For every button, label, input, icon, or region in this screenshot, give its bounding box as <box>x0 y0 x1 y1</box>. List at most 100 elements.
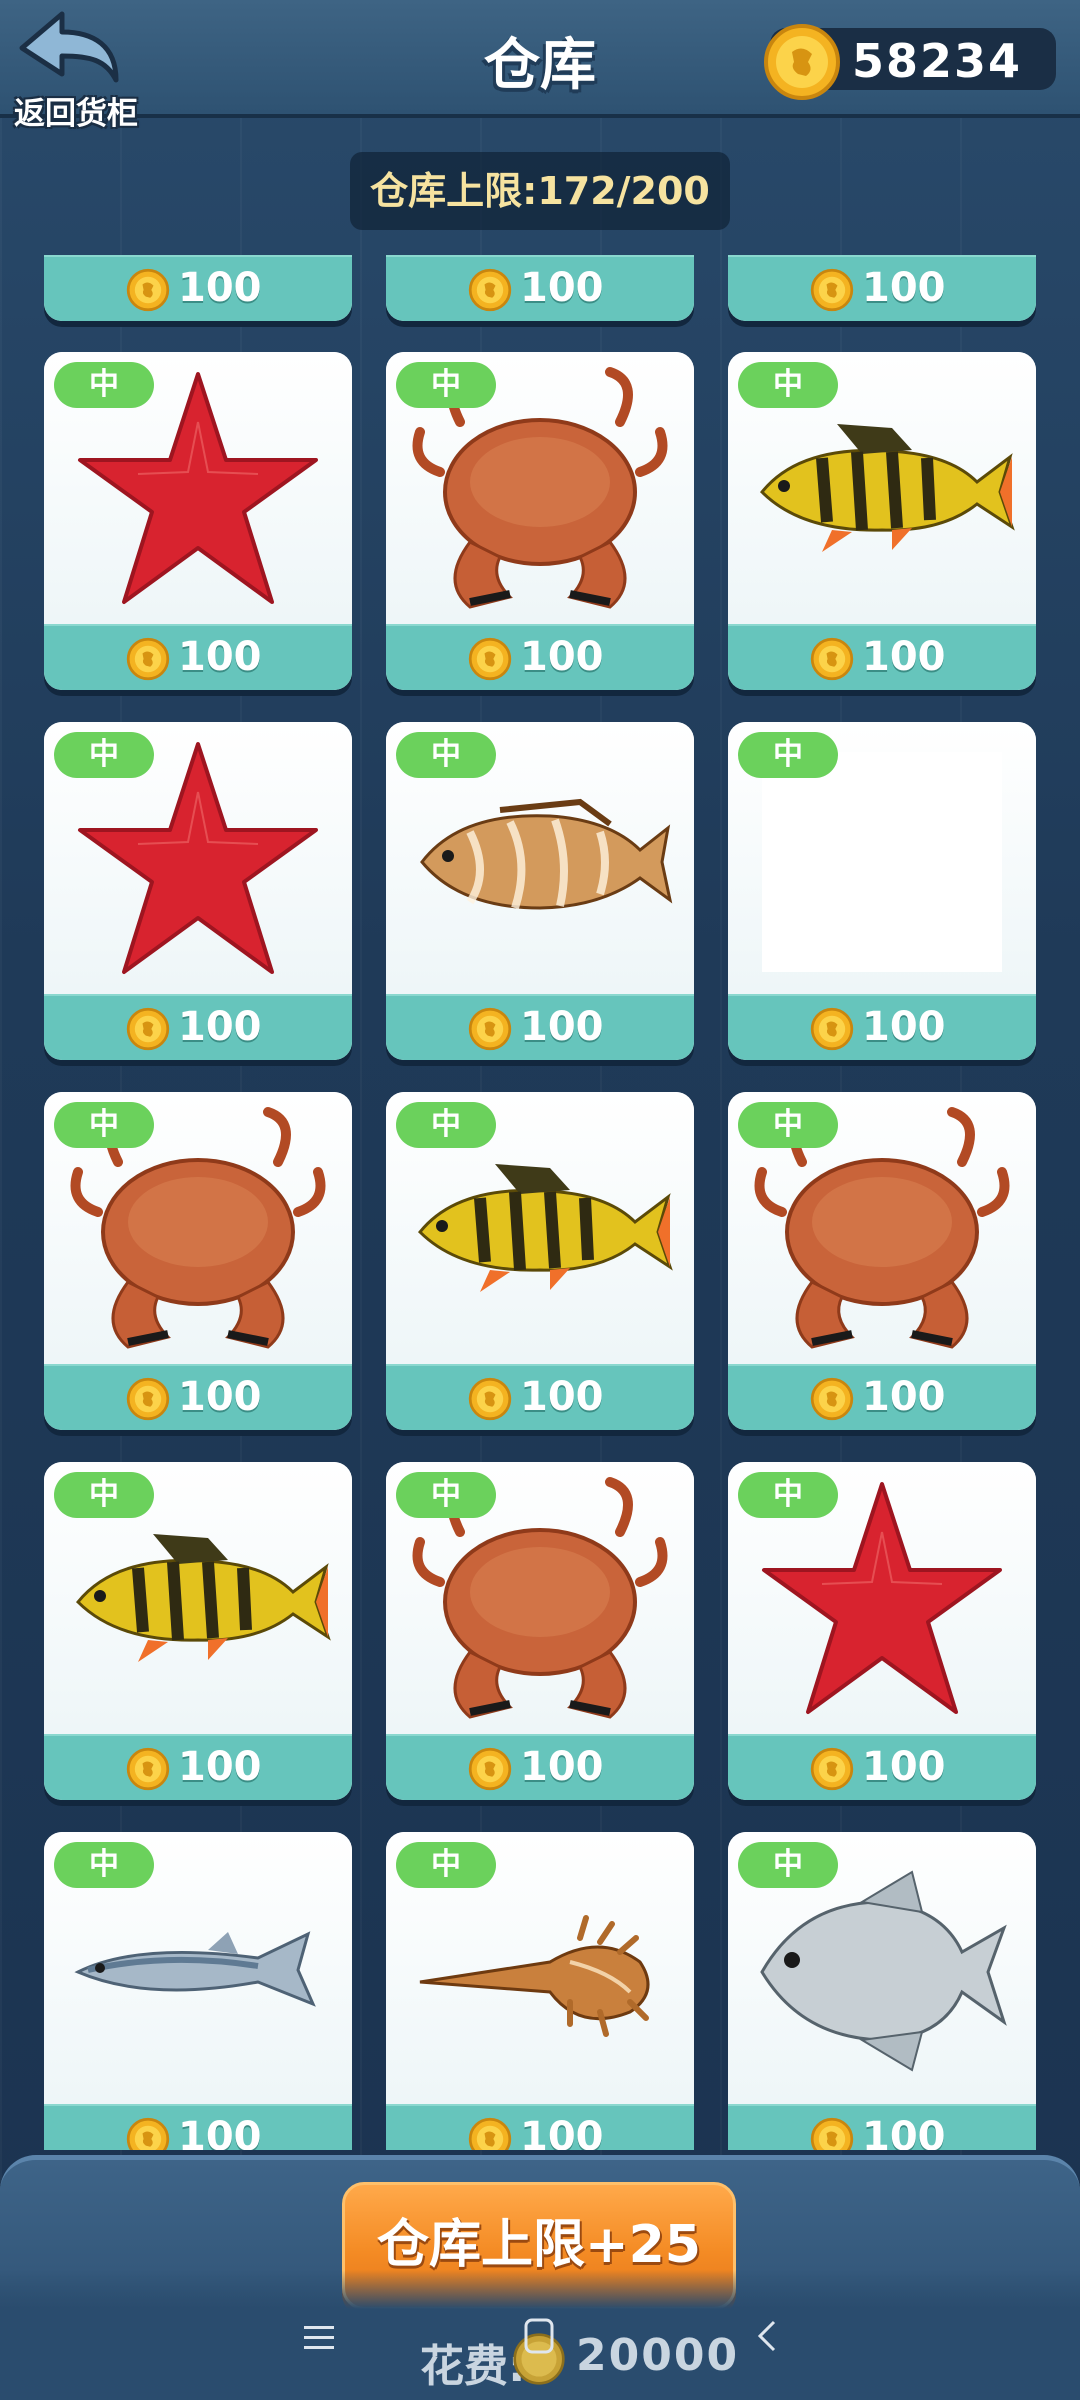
item-card-starfish[interactable]: 中 100 <box>44 722 352 1060</box>
price-bar: 100 <box>386 624 694 690</box>
price-value: 100 <box>520 634 604 680</box>
price-value: 100 <box>178 265 262 311</box>
price-value: 100 <box>862 265 946 311</box>
grade-badge: 中 <box>396 732 496 778</box>
item-card-crab[interactable]: 中 100 <box>386 352 694 690</box>
item-image-area: 中 <box>44 352 352 624</box>
item-card-empty[interactable]: 中 100 <box>728 722 1036 1060</box>
price-bar: 100 <box>728 1364 1036 1430</box>
price-value: 100 <box>178 634 262 680</box>
coin-balance: 58234 <box>764 24 1056 100</box>
item-image-area: 中 <box>386 722 694 994</box>
item-image-area: 中 <box>728 1092 1036 1364</box>
back-button[interactable]: 返回货柜 <box>6 8 138 132</box>
home-icon[interactable] <box>522 2316 558 2356</box>
back-nav-icon[interactable] <box>752 2316 782 2356</box>
item-image-area: 中 <box>728 722 1036 994</box>
coin-amount: 58234 <box>852 34 1023 88</box>
item-card-partial[interactable]: 100 <box>44 255 352 321</box>
top-bar: 返回货柜 仓库 58234 <box>0 0 1080 132</box>
grade-badge: 中 <box>738 1842 838 1888</box>
coin-icon <box>468 1747 512 1791</box>
coin-icon <box>468 2117 512 2150</box>
cost-label: 花费: <box>420 2341 526 2392</box>
price-value: 100 <box>178 1744 262 1790</box>
coin-icon <box>468 268 512 312</box>
item-card-starfish[interactable]: 中 100 <box>728 1462 1036 1800</box>
item-card-sardine[interactable]: 中 100 <box>44 1832 352 2150</box>
warehouse-grid: 100 100 100 中 100 中 100 中 100 中 100 中 10… <box>0 255 1080 2150</box>
page-title: 仓库 <box>484 33 596 98</box>
item-card-pomfret[interactable]: 中 100 <box>728 1832 1036 2150</box>
item-card-perch[interactable]: 中 100 <box>386 1092 694 1430</box>
grade-badge: 中 <box>396 1842 496 1888</box>
grade-badge: 中 <box>396 1472 496 1518</box>
price-bar: 100 <box>386 1734 694 1800</box>
item-card-perch[interactable]: 中 100 <box>44 1462 352 1800</box>
price-bar: 100 <box>44 1734 352 1800</box>
coin-icon <box>468 637 512 681</box>
grade-badge: 中 <box>738 1102 838 1148</box>
price-value: 100 <box>862 1004 946 1050</box>
item-image-area: 中 <box>44 1092 352 1364</box>
price-bar: 100 <box>44 994 352 1060</box>
price-bar: 100 <box>728 1734 1036 1800</box>
coin-icon <box>810 1377 854 1421</box>
price-value: 100 <box>520 1744 604 1790</box>
price-value: 100 <box>520 1004 604 1050</box>
price-value: 100 <box>178 2114 262 2150</box>
grade-badge: 中 <box>396 362 496 408</box>
coin-icon <box>810 637 854 681</box>
item-image-area: 中 <box>44 1832 352 2104</box>
price-bar: 100 <box>728 255 1036 321</box>
price-bar: 100 <box>386 1364 694 1430</box>
price-bar: 100 <box>44 624 352 690</box>
item-card-perch[interactable]: 中 100 <box>728 352 1036 690</box>
coin-icon <box>810 2117 854 2150</box>
price-bar: 100 <box>44 1364 352 1430</box>
grade-badge: 中 <box>54 1472 154 1518</box>
price-value: 100 <box>862 1744 946 1790</box>
grade-badge: 中 <box>396 1102 496 1148</box>
coin-icon <box>810 268 854 312</box>
price-bar: 100 <box>386 2104 694 2150</box>
price-value: 100 <box>520 2114 604 2150</box>
item-card-shell[interactable]: 中 100 <box>386 1832 694 2150</box>
item-card-grouper[interactable]: 中 100 <box>386 722 694 1060</box>
price-bar: 100 <box>728 994 1036 1060</box>
grade-badge: 中 <box>738 732 838 778</box>
grade-badge: 中 <box>54 1842 154 1888</box>
item-card-crab[interactable]: 中 100 <box>44 1092 352 1430</box>
item-card-crab[interactable]: 中 100 <box>728 1092 1036 1430</box>
coin-icon <box>126 637 170 681</box>
item-image-area: 中 <box>728 1462 1036 1734</box>
price-bar: 100 <box>386 994 694 1060</box>
item-card-crab[interactable]: 中 100 <box>386 1462 694 1800</box>
cost-value: 20000 <box>576 2330 740 2381</box>
grade-badge: 中 <box>54 732 154 778</box>
grade-badge: 中 <box>54 362 154 408</box>
item-image-area: 中 <box>386 1462 694 1734</box>
item-card-partial[interactable]: 100 <box>728 255 1036 321</box>
price-bar: 100 <box>44 2104 352 2150</box>
item-card-partial[interactable]: 100 <box>386 255 694 321</box>
item-image-area: 中 <box>728 1832 1036 2104</box>
item-card-starfish[interactable]: 中 100 <box>44 352 352 690</box>
coin-icon <box>468 1007 512 1051</box>
item-image-area: 中 <box>386 1832 694 2104</box>
price-value: 100 <box>178 1004 262 1050</box>
price-value: 100 <box>178 1374 262 1420</box>
coin-icon <box>810 1747 854 1791</box>
coin-icon <box>764 24 840 100</box>
grade-badge: 中 <box>738 1472 838 1518</box>
price-bar: 100 <box>728 624 1036 690</box>
item-image-area: 中 <box>386 352 694 624</box>
price-value: 100 <box>862 634 946 680</box>
item-image-area: 中 <box>44 722 352 994</box>
coin-icon <box>126 1007 170 1051</box>
grade-badge: 中 <box>738 362 838 408</box>
coin-icon <box>468 1377 512 1421</box>
item-image-area: 中 <box>44 1462 352 1734</box>
menu-icon[interactable] <box>300 2318 340 2358</box>
coin-icon <box>810 1007 854 1051</box>
